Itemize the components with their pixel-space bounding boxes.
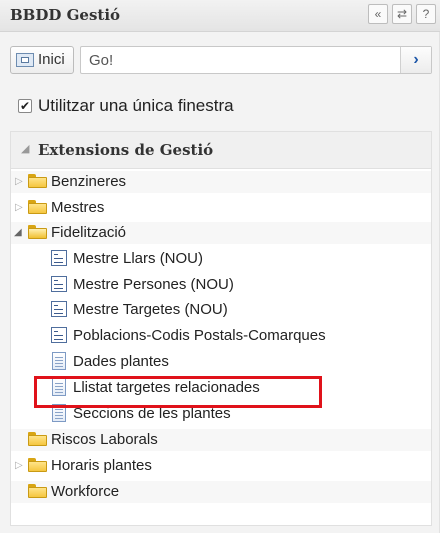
tree-item-fidelitzacio[interactable]: ◢ Fidelització bbox=[11, 222, 431, 244]
tree-item-riscos-laborals[interactable]: Riscos Laborals bbox=[11, 429, 431, 451]
folder-icon bbox=[28, 484, 47, 498]
expand-arrow-icon[interactable]: ▷ bbox=[15, 460, 23, 471]
folder-open-icon bbox=[28, 225, 47, 239]
tree-item-label: Riscos Laborals bbox=[51, 431, 158, 448]
home-button[interactable]: Inici bbox=[10, 46, 74, 74]
tree-item-label: Mestre Llars (NOU) bbox=[73, 250, 204, 267]
tree-item-mestres[interactable]: ▷ Mestres bbox=[11, 197, 431, 219]
folder-icon bbox=[28, 432, 47, 446]
folder-icon bbox=[28, 458, 47, 472]
tree-item-benzineres[interactable]: ▷ Benzineres bbox=[11, 171, 431, 193]
search-input[interactable]: Go! › bbox=[80, 46, 432, 74]
tree-header-title: Extensions de Gestió bbox=[38, 141, 214, 159]
document-icon bbox=[52, 352, 66, 370]
form-icon bbox=[51, 250, 67, 266]
highlight-box bbox=[34, 376, 322, 408]
home-button-label: Inici bbox=[38, 51, 65, 68]
tree-item-label: Mestre Targetes (NOU) bbox=[73, 301, 228, 318]
tree-header[interactable]: ◢ Extensions de Gestió bbox=[11, 132, 431, 169]
tree-item-label: Workforce bbox=[51, 483, 120, 500]
single-window-checkbox[interactable]: ✔ bbox=[18, 99, 32, 113]
panel-titlebar: BBDD Gestió « ⇄ ? bbox=[0, 0, 440, 32]
tree-item-horaris-plantes[interactable]: ▷ Horaris plantes bbox=[11, 455, 431, 477]
tree-item-dades-plantes[interactable]: Dades plantes bbox=[11, 351, 431, 373]
tree-item-label: Benzineres bbox=[51, 173, 127, 190]
tree-item-mestre-llars[interactable]: Mestre Llars (NOU) bbox=[11, 248, 431, 270]
tree-item-label: Mestres bbox=[51, 199, 105, 216]
tree-item-mestre-persones[interactable]: Mestre Persones (NOU) bbox=[11, 274, 431, 296]
expand-arrow-icon[interactable]: ▷ bbox=[15, 176, 23, 187]
tree-item-label: Dades plantes bbox=[73, 353, 169, 370]
form-icon bbox=[51, 301, 67, 317]
expand-arrow-icon[interactable]: ▷ bbox=[15, 202, 23, 213]
tree-item-label: Fidelització bbox=[51, 224, 127, 241]
collapse-triangle-icon: ◢ bbox=[21, 143, 30, 155]
folder-icon bbox=[28, 174, 47, 188]
tree-item-label: Poblacions-Codis Postals-Comarques bbox=[73, 327, 326, 344]
tree-item-workforce[interactable]: Workforce bbox=[11, 481, 431, 503]
go-button[interactable]: › bbox=[400, 47, 431, 73]
collapse-arrow-icon[interactable]: ◢ bbox=[14, 227, 22, 238]
tree-item-label: Mestre Persones (NOU) bbox=[73, 276, 234, 293]
help-button[interactable]: ? bbox=[416, 4, 436, 24]
form-icon bbox=[51, 276, 67, 292]
home-icon bbox=[16, 53, 34, 67]
collapse-button[interactable]: « bbox=[368, 4, 388, 24]
tree-item-label: Horaris plantes bbox=[51, 457, 152, 474]
folder-icon bbox=[28, 200, 47, 214]
panel-title: BBDD Gestió bbox=[10, 6, 121, 24]
extensions-tree: ◢ Extensions de Gestió ▷ Benzineres ▷ Me… bbox=[10, 131, 432, 526]
bbdd-panel: BBDD Gestió « ⇄ ? Inici Go! › ✔ Utilitza… bbox=[0, 0, 440, 533]
tree-item-poblacions[interactable]: Poblacions-Codis Postals-Comarques bbox=[11, 325, 431, 347]
form-icon bbox=[51, 327, 67, 343]
toolbar: Inici Go! › bbox=[0, 36, 440, 82]
swap-button[interactable]: ⇄ bbox=[392, 4, 412, 24]
search-input-value: Go! bbox=[89, 52, 114, 69]
single-window-label: Utilitzar una única finestra bbox=[38, 96, 234, 115]
tree-item-mestre-targetes[interactable]: Mestre Targetes (NOU) bbox=[11, 299, 431, 321]
